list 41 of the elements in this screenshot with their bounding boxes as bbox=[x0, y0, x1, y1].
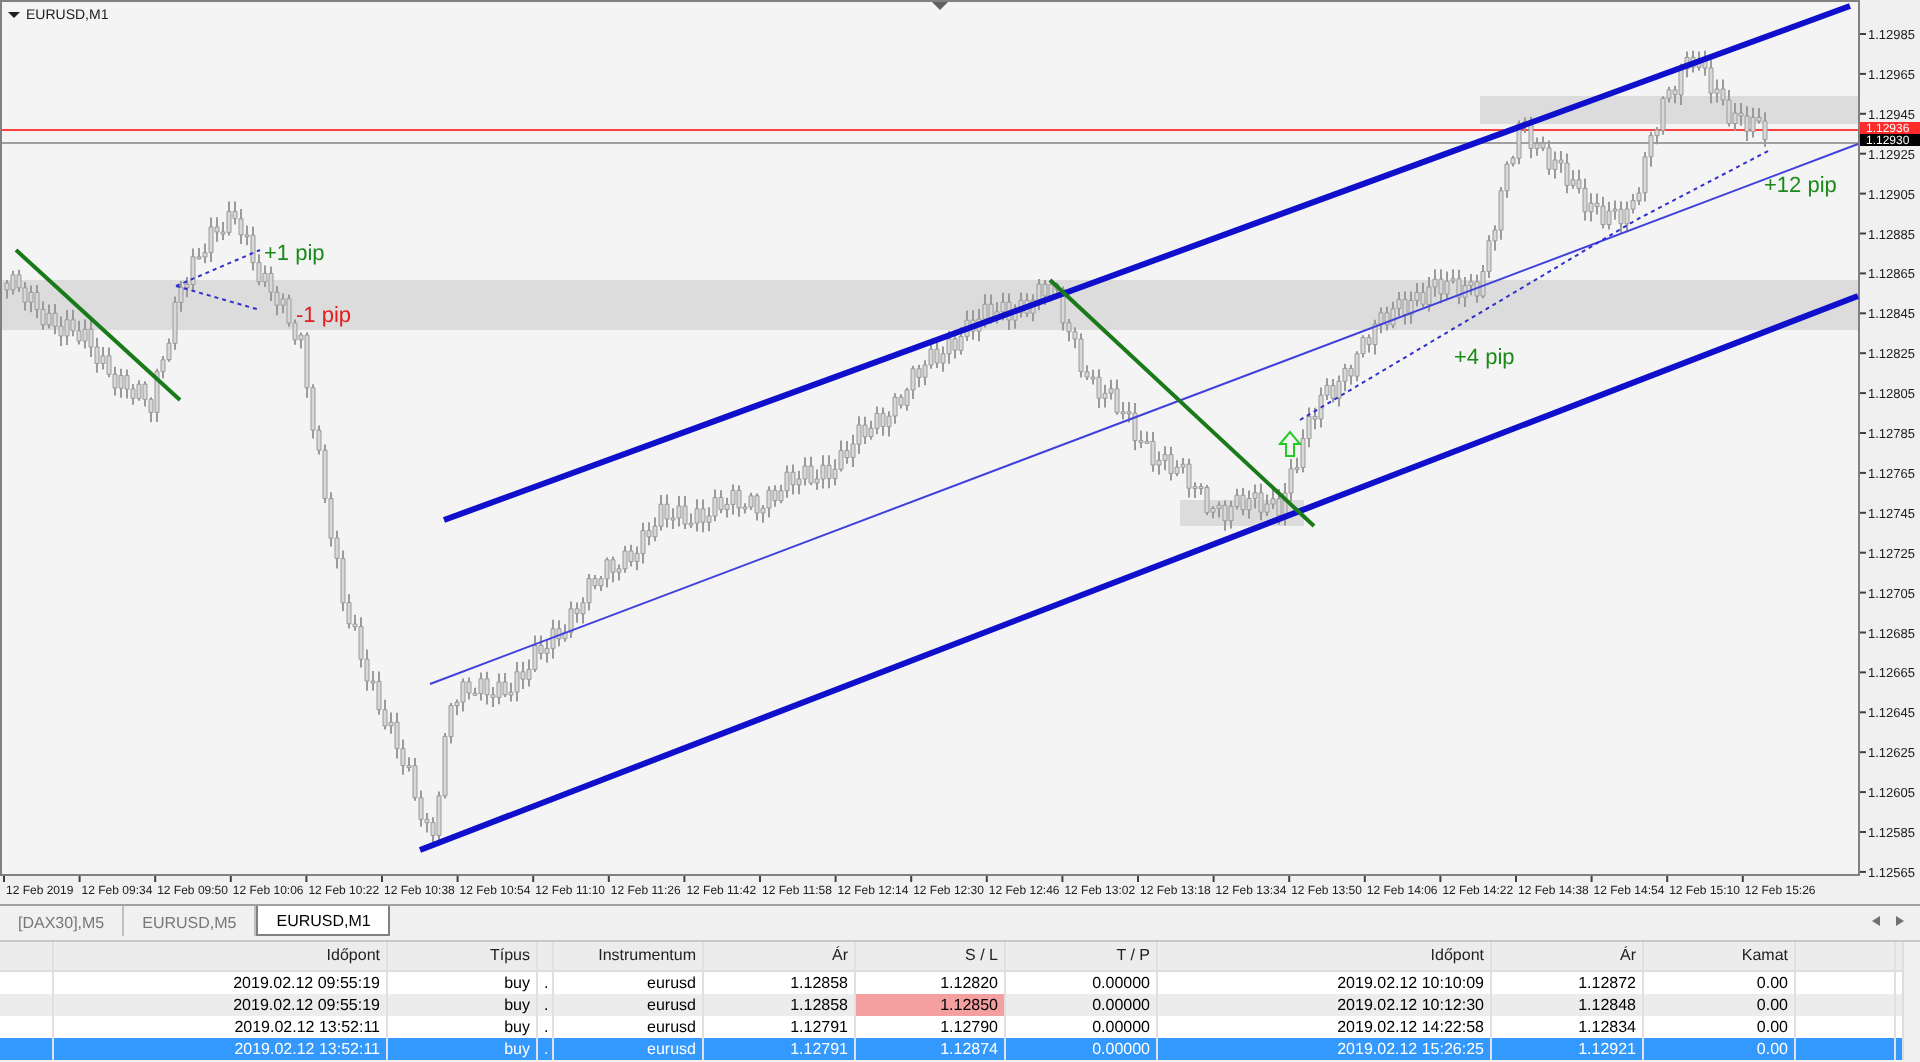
table-cell: 2019.02.12 15:26:25 bbox=[1158, 1038, 1492, 1060]
table-cell: 1.12874 bbox=[856, 1038, 1006, 1060]
column-header[interactable]: Kamat bbox=[1644, 942, 1796, 970]
chart-tab[interactable]: EURUSD,M1 bbox=[256, 906, 391, 936]
column-header[interactable]: Ár bbox=[704, 942, 856, 970]
table-cell: eurusd bbox=[554, 1038, 704, 1060]
table-cell: buy bbox=[388, 1038, 538, 1060]
table-cell: 2019.02.12 13:52:11 bbox=[54, 1038, 388, 1060]
chart-shift-icon bbox=[932, 2, 948, 10]
scroll-left-icon[interactable] bbox=[1872, 916, 1880, 926]
table-cell: 1.12791 bbox=[704, 1038, 856, 1060]
column-header[interactable]: T / P bbox=[1006, 942, 1158, 970]
pip-annotation: +1 pip bbox=[264, 242, 325, 266]
table-cell: 1.12921 bbox=[1492, 1038, 1644, 1060]
table-cell: 1.12848 bbox=[1492, 994, 1644, 1016]
scroll-right-icon[interactable] bbox=[1896, 916, 1904, 926]
table-cell: 0.00000 bbox=[1006, 1038, 1158, 1060]
column-header[interactable]: Típus bbox=[388, 942, 538, 970]
table-cell: . bbox=[538, 994, 554, 1016]
table-cell: 0.00000 bbox=[1006, 994, 1158, 1016]
table-cell: 1.12850 bbox=[856, 994, 1006, 1016]
table-cell: 2019.02.12 09:55:19 bbox=[54, 994, 388, 1016]
column-header[interactable]: Időpont bbox=[54, 942, 388, 970]
column-header[interactable]: S / L bbox=[856, 942, 1006, 970]
dropdown-icon bbox=[8, 12, 20, 18]
pip-annotation: -1 pip bbox=[296, 304, 352, 328]
table-cell: eurusd bbox=[554, 994, 704, 1016]
table-cell: buy bbox=[388, 994, 538, 1016]
arrow-up-icon bbox=[1277, 430, 1303, 457]
table-cell: 0.00 bbox=[1644, 1038, 1796, 1060]
chart-tab[interactable]: [DAX30],M5 bbox=[0, 906, 125, 936]
scrollbar[interactable] bbox=[1902, 942, 1920, 1060]
table-cell: 0.00 bbox=[1644, 994, 1796, 1016]
table-cell: . bbox=[538, 1038, 554, 1060]
table-cell: 2019.02.12 10:12:30 bbox=[1158, 994, 1492, 1016]
column-header[interactable]: Ár bbox=[1492, 942, 1644, 970]
pip-annotation: +4 pip bbox=[1454, 346, 1515, 370]
dotted-trade-line bbox=[175, 249, 261, 311]
column-header[interactable]: Instrumentum bbox=[554, 942, 704, 970]
column-header[interactable]: Időpont bbox=[1158, 942, 1492, 970]
pip-annotation: +12 pip bbox=[1764, 174, 1837, 198]
